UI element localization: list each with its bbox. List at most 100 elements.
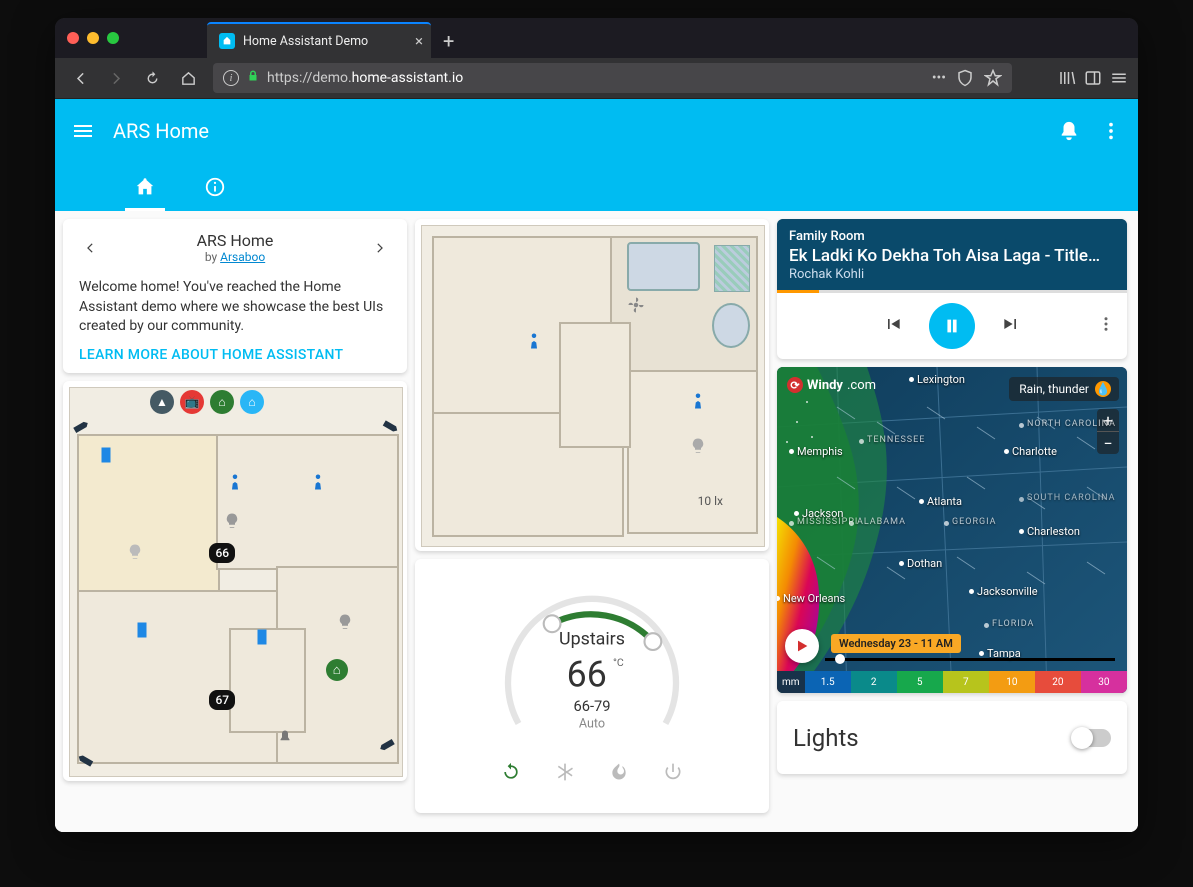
motion-sensor-icon[interactable] [525, 332, 543, 350]
window-close-button[interactable] [67, 32, 79, 44]
welcome-byline: by Arsaboo [101, 250, 369, 264]
lock-icon [247, 70, 259, 86]
weather-color-scale: mm 1.5 2 5 7 10 20 30 [777, 671, 1127, 693]
welcome-learn-more-link[interactable]: LEARN MORE ABOUT HOME ASSISTANT [79, 347, 391, 363]
thermostat-badge[interactable]: 66 [209, 543, 235, 563]
welcome-title: ARS Home [101, 231, 369, 250]
state-label: SOUTH CAROLINA [1027, 493, 1116, 503]
hvac-off-icon[interactable] [663, 762, 683, 786]
window-controls [63, 18, 127, 58]
svg-text:Auto: Auto [579, 717, 605, 732]
city-label: Memphis [797, 445, 843, 458]
door-icon[interactable] [97, 446, 115, 464]
thermostat-name: Upstairs [559, 629, 625, 650]
reload-button[interactable] [137, 63, 167, 93]
motion-sensor-icon[interactable] [226, 473, 244, 491]
city-label: New Orleans [783, 592, 845, 605]
media-more-button[interactable] [1097, 315, 1115, 337]
city-label: Lexington [917, 373, 965, 386]
url-host: home-assistant.io [352, 70, 464, 86]
thermostat-card[interactable]: Upstairs 66 °C 66-79 Auto Upstairs 66 °C… [415, 559, 769, 813]
home-assistant-favicon [219, 33, 235, 49]
browser-tab-active[interactable]: Home Assistant Demo × [207, 22, 431, 58]
state-label: ALABAMA [857, 517, 906, 527]
weather-play-button[interactable] [785, 629, 819, 663]
light-icon[interactable] [223, 512, 241, 530]
badge-alarm-icon[interactable]: ⌂ [210, 390, 234, 414]
city-label: Charlotte [1012, 445, 1057, 458]
lux-label: 10 lx [698, 494, 723, 508]
state-label: GEORGIA [952, 517, 997, 527]
media-room-label: Family Room [789, 229, 1115, 244]
new-tab-button[interactable]: + [431, 24, 466, 58]
door-icon[interactable] [253, 628, 271, 646]
bookmark-star-icon[interactable] [984, 69, 1002, 87]
welcome-prev-button[interactable] [79, 232, 101, 264]
media-next-button[interactable] [1001, 314, 1021, 338]
thermostat-badge[interactable]: 67 [209, 690, 235, 710]
weather-layer-selector[interactable]: Rain, thunder💧 [1009, 377, 1119, 401]
lights-card: Lights [777, 701, 1127, 774]
hvac-auto-icon[interactable] [501, 762, 521, 786]
url-more-icon[interactable]: ••• [932, 70, 946, 86]
door-icon[interactable] [133, 621, 151, 639]
floorplan-upper-card[interactable]: 10 lx [415, 219, 769, 551]
badge-tv-icon[interactable]: 📺 [180, 390, 204, 414]
back-button[interactable] [65, 63, 95, 93]
motion-sensor-icon[interactable] [689, 392, 707, 410]
hamburger-menu-icon[interactable] [71, 119, 95, 143]
window-minimize-button[interactable] [87, 32, 99, 44]
tab-title: Home Assistant Demo [243, 34, 368, 49]
browser-tabbar: Home Assistant Demo × + [55, 18, 1138, 58]
windy-logo[interactable]: ⟳Windy.com [787, 377, 876, 393]
welcome-next-button[interactable] [369, 232, 391, 264]
weather-zoom-controls: + − [1097, 409, 1119, 454]
city-label: Dothan [907, 557, 942, 570]
light-icon[interactable] [336, 613, 354, 631]
media-player-card: Family Room Ek Ladki Ko Dekha Toh Aisa L… [777, 219, 1127, 359]
badge-roof-icon[interactable]: ▲ [150, 390, 174, 414]
media-artist: Rochak Kohli [789, 267, 1115, 282]
weather-timeline-slider[interactable] [825, 658, 1115, 661]
home-button[interactable] [173, 63, 203, 93]
light-icon[interactable] [126, 543, 144, 561]
overflow-menu-icon[interactable] [1100, 120, 1122, 142]
motion-sensor-icon[interactable] [309, 473, 327, 491]
forward-button[interactable] [101, 63, 131, 93]
weather-timestamp: Wednesday 23 - 11 AM [831, 634, 961, 653]
weather-map-card[interactable]: ⟳Windy.com Rain, thunder💧 + − Lexington … [777, 367, 1127, 693]
tab-home[interactable] [125, 163, 165, 211]
page-title: ARS Home [113, 119, 209, 143]
state-label: NORTH CAROLINA [1027, 419, 1116, 429]
sidebar-icon[interactable] [1084, 69, 1102, 87]
doorbell-icon[interactable] [276, 729, 294, 747]
site-info-icon[interactable]: i [223, 70, 239, 86]
city-label: Jacksonville [977, 585, 1038, 598]
light-icon[interactable] [689, 437, 707, 455]
url-field[interactable]: i https://demo.home-assistant.io ••• [213, 63, 1012, 93]
media-pause-button[interactable] [929, 303, 975, 349]
tab-info[interactable] [195, 163, 235, 211]
library-icon[interactable] [1058, 69, 1076, 87]
app-header: ARS Home [55, 99, 1138, 211]
hvac-cool-icon[interactable] [555, 762, 575, 786]
menu-icon[interactable] [1110, 69, 1128, 87]
hvac-heat-icon[interactable] [609, 762, 629, 786]
lights-master-toggle[interactable] [1073, 729, 1111, 747]
shield-icon[interactable] [956, 69, 974, 87]
city-label: Charleston [1027, 525, 1080, 538]
window-maximize-button[interactable] [107, 32, 119, 44]
media-prev-button[interactable] [883, 314, 903, 338]
url-prefix: https://demo. [267, 70, 352, 86]
badge-home-icon[interactable]: ⌂ [240, 390, 264, 414]
fan-icon[interactable] [627, 296, 645, 314]
floorplan-lower-card[interactable]: ▲ 📺 ⌂ ⌂ [63, 381, 407, 781]
bell-icon[interactable] [1058, 120, 1080, 142]
tab-close-button[interactable]: × [415, 34, 423, 49]
welcome-card: ARS Home by Arsaboo Welcome home! You've… [63, 219, 407, 373]
garage-icon[interactable]: ⌂ [326, 659, 348, 681]
welcome-body: Welcome home! You've reached the Home As… [79, 278, 391, 337]
welcome-author-link[interactable]: Arsaboo [220, 250, 265, 264]
svg-text:66: 66 [567, 654, 607, 696]
zoom-out-button[interactable]: − [1097, 432, 1119, 454]
